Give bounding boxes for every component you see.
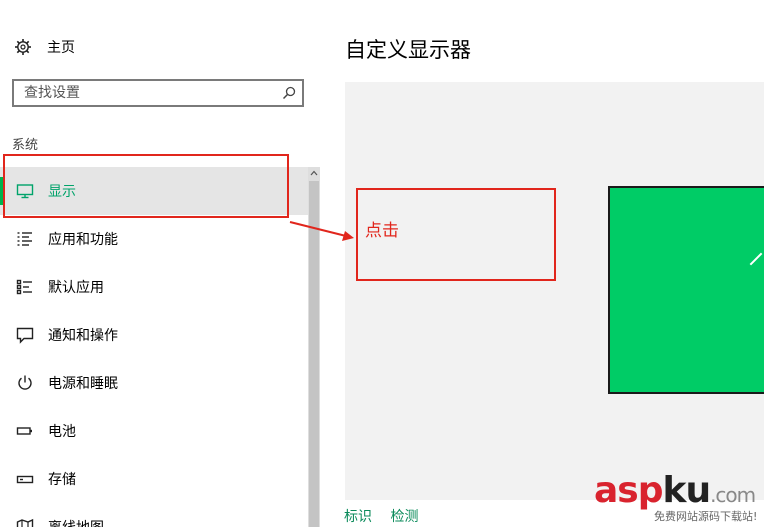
search-input[interactable]: [14, 81, 274, 105]
sidebar-item-label: 存储: [48, 472, 76, 488]
sidebar-item-apps[interactable]: 应用和功能: [0, 215, 308, 263]
sidebar-item-label: 通知和操作: [48, 328, 118, 344]
sidebar-item-storage[interactable]: 存储: [0, 455, 308, 503]
home-label: 主页: [47, 40, 75, 56]
annotation-text: 点击: [365, 221, 399, 241]
sidebar-item-label: 离线地图: [48, 517, 104, 527]
detect-link[interactable]: 检测: [390, 509, 418, 525]
monitor-number-glyph: [749, 252, 763, 266]
page-title: 自定义显示器: [345, 38, 471, 62]
watermark-logo: aspku.com 免费网站源码下载站!: [594, 470, 764, 527]
search-box[interactable]: [12, 79, 304, 107]
sidebar-nav: 显示 应用和功能 默认应用 通知和操作 电源和睡眠 电池 存储: [0, 167, 308, 527]
sidebar-item-label: 应用和功能: [48, 232, 118, 248]
section-title: 系统: [12, 138, 39, 153]
home-nav[interactable]: 主页: [14, 36, 75, 58]
annotation-box-display: [3, 154, 289, 218]
sidebar-item-offline-maps[interactable]: 离线地图: [0, 503, 308, 527]
scroll-up-icon[interactable]: [310, 169, 318, 177]
default-apps-icon: [16, 279, 32, 295]
watermark-brand: aspku.com: [594, 470, 756, 511]
gear-icon: [15, 39, 31, 55]
list-icon: [17, 232, 32, 246]
sidebar-item-label: 电池: [48, 424, 76, 440]
preview-links: 标识 检测: [344, 506, 432, 526]
watermark-tagline: 免费网站源码下载站!: [654, 510, 758, 523]
sidebar-item-notifications[interactable]: 通知和操作: [0, 311, 308, 359]
identify-link[interactable]: 标识: [344, 509, 372, 525]
annotation-arrow-icon: [289, 221, 354, 241]
battery-icon: [16, 427, 32, 435]
map-icon: [16, 518, 34, 527]
sidebar-item-label: 电源和睡眠: [48, 376, 118, 392]
sidebar-item-label: 默认应用: [48, 280, 104, 296]
sidebar-item-battery[interactable]: 电池: [0, 407, 308, 455]
settings-window: 主页 系统 显示 应: [0, 0, 764, 527]
display-monitor-tile[interactable]: [608, 186, 764, 394]
sidebar-item-power[interactable]: 电源和睡眠: [0, 359, 308, 407]
storage-icon: [16, 475, 34, 484]
power-icon: [18, 375, 32, 390]
sidebar-item-default-apps[interactable]: 默认应用: [0, 263, 308, 311]
search-icon[interactable]: [282, 86, 296, 100]
notification-icon: [16, 327, 34, 344]
